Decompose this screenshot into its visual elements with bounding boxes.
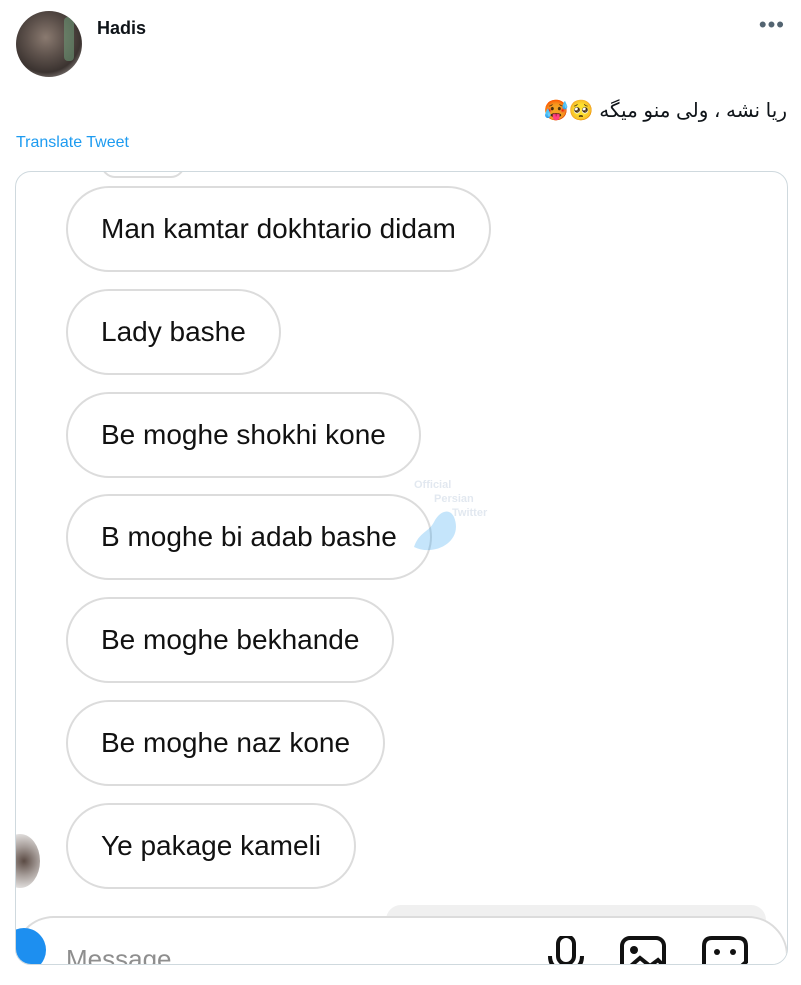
watermark-text: Persian — [434, 493, 474, 505]
watermark: Official Persian Twitter — [394, 477, 504, 567]
message-bubble: Man kamtar dokhtario didam — [66, 186, 491, 272]
author-name[interactable]: Hadis — [97, 18, 146, 39]
message-bubble-partial — [101, 172, 185, 178]
translate-tweet-link[interactable]: Translate Tweet — [16, 134, 129, 152]
message-text: Be moghe shokhi kone — [101, 419, 386, 450]
message-bubble: Be moghe naz kone — [66, 700, 386, 786]
tweet-text: ریا نشه ، ولی منو میگه 🥺🥵 — [543, 100, 787, 122]
message-bubble: Be moghe bekhande — [66, 597, 395, 683]
tweet-media-image[interactable]: Man kamtar dokhtario didam Lady bashe Be… — [15, 171, 788, 965]
message-text: Be moghe naz kone — [101, 727, 351, 758]
gallery-icon[interactable] — [620, 936, 666, 965]
watermark-text: Official — [414, 479, 452, 491]
message-bubble: Lady bashe — [66, 289, 281, 375]
sticker-icon[interactable] — [702, 936, 748, 965]
author-avatar[interactable] — [16, 11, 82, 77]
sender-avatar — [16, 834, 40, 888]
message-bubble: Ye pakage kameli — [66, 803, 357, 889]
watermark-text: Twitter — [452, 507, 488, 519]
more-horizontal-icon[interactable]: ••• — [759, 12, 785, 38]
message-input[interactable]: Message — [66, 944, 172, 964]
message-text: B moghe bi adab bashe — [101, 521, 397, 552]
message-text: Man kamtar dokhtario didam — [101, 213, 456, 244]
message-text: Be moghe bekhande — [101, 624, 360, 655]
microphone-icon[interactable] — [548, 936, 584, 965]
message-bubble: B moghe bi adab bashe — [66, 494, 432, 580]
message-text: Lady bashe — [101, 316, 246, 347]
message-text: Ye pakage kameli — [101, 830, 322, 861]
message-bubble: Be moghe shokhi kone — [66, 392, 421, 478]
